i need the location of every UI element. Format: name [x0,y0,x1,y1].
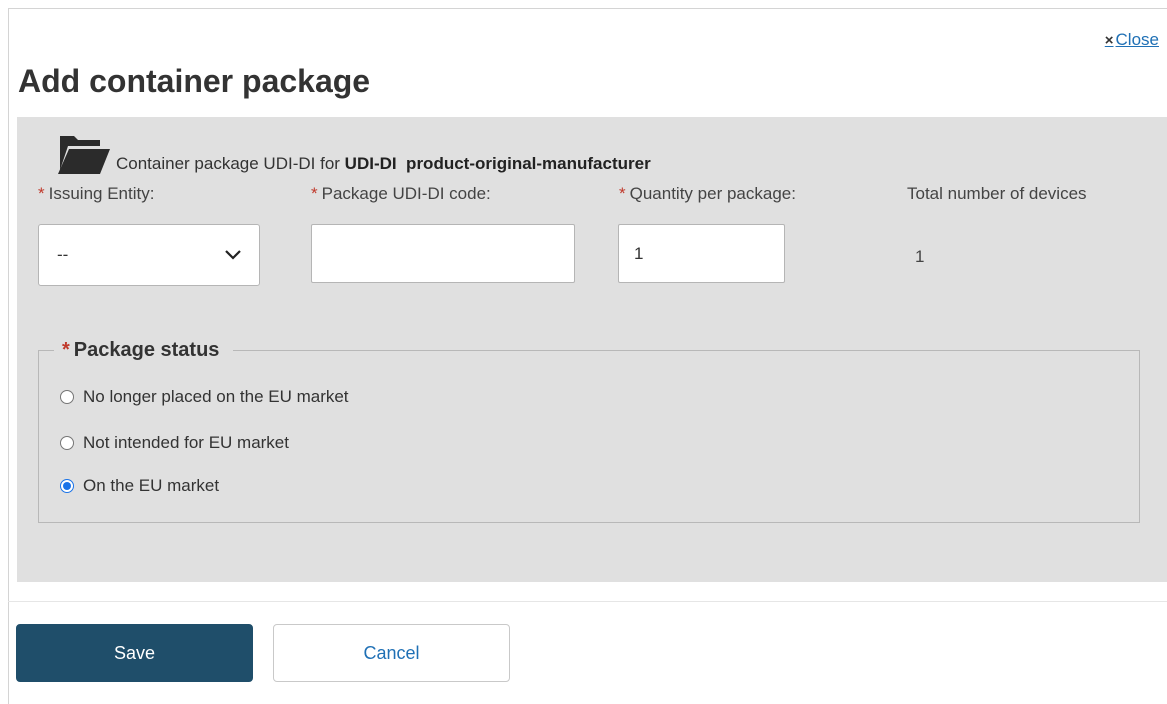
radio-button[interactable] [60,390,74,404]
radio-button[interactable] [60,436,74,450]
package-caption-udi: UDI-DI product-original-manufacturer [344,154,651,173]
quantity-label: * Quantity per package: [619,184,796,204]
required-marker: * [619,184,626,203]
package-status-legend: * Package status [54,339,234,362]
required-marker: * [311,184,318,203]
status-option-label: No longer placed on the EU market [83,387,349,406]
footer-divider [8,601,1167,602]
status-option-on-market[interactable]: On the EU market [60,476,219,496]
package-status-fieldset: * Package status No longer placed on the … [38,339,1140,523]
total-devices-value: 1 [915,247,925,266]
dialog-title: Add container package [18,63,371,99]
quantity-input[interactable]: 1 [618,224,785,283]
package-caption-prefix: Container package UDI-DI for [116,154,340,173]
issuing-entity-label: * Issuing Entity: [38,184,154,204]
package-caption: Container package UDI-DI for UDI-DI prod… [116,154,651,174]
radio-button-checked[interactable] [60,479,74,493]
close-icon: × [1104,31,1114,49]
container-package-panel: Container package UDI-DI for UDI-DI prod… [17,117,1167,582]
close-button[interactable]: × Close [1105,30,1159,50]
udi-code-input[interactable] [311,224,575,283]
udi-code-label: * Package UDI-DI code: [311,184,491,204]
status-option-label: On the EU market [83,476,220,495]
required-marker: * [38,184,45,203]
udi-code-label-text: Package UDI-DI code: [321,184,491,203]
issuing-entity-value: -- [57,245,69,264]
total-devices-label: Total number of devices [907,184,1087,203]
package-status-legend-text: Package status [73,339,220,361]
issuing-entity-select[interactable]: -- [38,224,260,286]
cancel-button[interactable]: Cancel [273,624,510,682]
status-option-label: Not intended for EU market [83,433,289,452]
status-option-no-longer-placed[interactable]: No longer placed on the EU market [60,387,349,407]
quantity-label-text: Quantity per package: [629,184,796,203]
status-option-not-intended[interactable]: Not intended for EU market [60,433,289,453]
close-label: Close [1115,30,1159,49]
save-button[interactable]: Save [16,624,253,682]
folder-open-icon [58,136,110,174]
required-marker: * [62,339,70,361]
chevron-down-icon [225,250,241,260]
add-container-package-dialog: × Close Add container package Container … [8,8,1167,704]
issuing-entity-label-text: Issuing Entity: [48,184,155,203]
